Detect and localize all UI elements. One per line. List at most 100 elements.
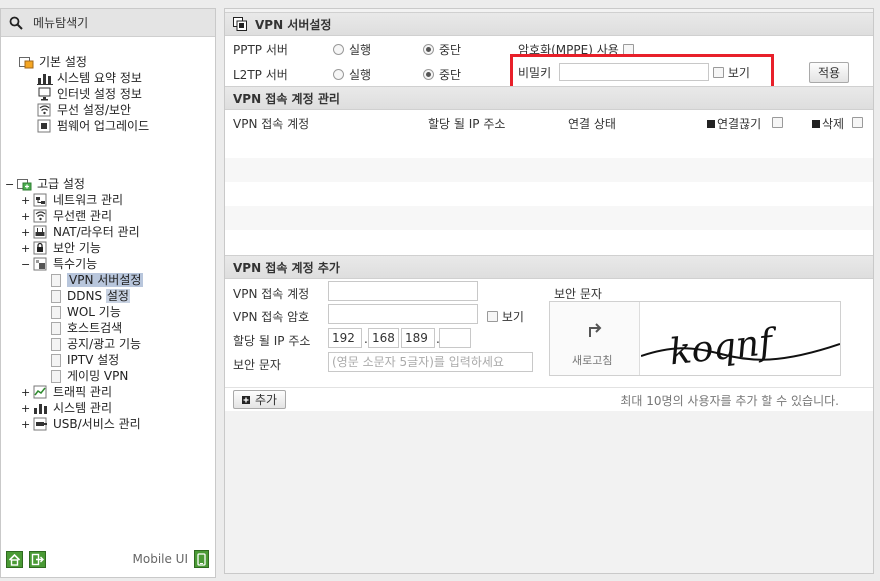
- pptp-run-radio[interactable]: 실행: [333, 41, 371, 58]
- account-table: VPN 접속 계정 할당 될 IP 주소 연결 상태 연결끊기 삭제: [225, 110, 873, 256]
- mobile-phone-icon: [194, 550, 209, 568]
- collapse-icon[interactable]: −: [5, 178, 14, 191]
- vpn-settings-title: VPN 서버설정: [255, 17, 332, 32]
- expand-icon[interactable]: +: [21, 386, 30, 399]
- tree-wlan-mgmt[interactable]: + 무선랜 관리: [21, 208, 112, 224]
- delete-all-checkbox[interactable]: [852, 117, 863, 128]
- network-icon: [33, 193, 49, 207]
- bar-chart-icon: [33, 401, 49, 415]
- plus-icon: [241, 395, 250, 404]
- logout-icon[interactable]: [29, 551, 46, 568]
- l2tp-run-radio[interactable]: 실행: [333, 66, 371, 83]
- search-icon: [9, 16, 23, 30]
- tree-system-mgmt[interactable]: + 시스템 관리: [21, 400, 112, 416]
- refresh-icon: [588, 322, 604, 341]
- captcha-image: koqnf: [640, 302, 841, 375]
- secret-show-toggle[interactable]: 보기: [713, 64, 750, 81]
- col-account: VPN 접속 계정: [233, 117, 310, 131]
- page-icon: [51, 353, 61, 367]
- bar-chart-icon: [37, 71, 53, 85]
- ip-octet-2[interactable]: 168: [368, 328, 399, 348]
- l2tp-stop-radio[interactable]: 중단: [423, 66, 461, 83]
- tree-basic-setup[interactable]: 기본 설정: [19, 54, 87, 70]
- secret-key-input[interactable]: [559, 63, 709, 81]
- table-row: [225, 206, 873, 230]
- col-disconnect[interactable]: 연결끊기: [707, 115, 761, 132]
- pptp-stop-radio[interactable]: 중단: [423, 41, 461, 58]
- vpn-settings-header: VPN 서버설정: [225, 12, 873, 36]
- folder-gear-icon: [19, 55, 35, 69]
- lock-icon: [33, 241, 49, 255]
- account-add-title: VPN 접속 계정 추가: [233, 260, 340, 275]
- secret-key-label: 비밀키: [518, 66, 552, 80]
- page-icon: [51, 321, 61, 335]
- special-feature-icon: [33, 257, 49, 271]
- account-add-footer: 추가 최대 10명의 사용자를 추가 할 수 있습니다.: [225, 387, 873, 411]
- menu-explorer-panel: 메뉴탐색기 기본 설정 시스템 요약 정보 인터넷 설정 정보 무선 설정/보안…: [0, 8, 216, 578]
- tree-usb-service[interactable]: + USB/서비스 관리: [21, 416, 141, 432]
- account-mgmt-title: VPN 접속 계정 관리: [233, 91, 340, 106]
- tree-system-summary[interactable]: 시스템 요약 정보: [37, 70, 142, 86]
- apply-button[interactable]: 적용: [809, 62, 849, 83]
- tree-wireless-security[interactable]: 무선 설정/보안: [37, 102, 131, 118]
- tree-special-features[interactable]: − 특수기능: [21, 256, 97, 272]
- page-icon: [51, 273, 61, 287]
- mobile-ui-label: Mobile UI: [132, 552, 189, 566]
- tree-traffic[interactable]: + 트래픽 관리: [21, 384, 112, 400]
- ip-octet-1[interactable]: 192: [328, 328, 362, 348]
- page-icon: [51, 289, 61, 303]
- tree-internet-info[interactable]: 인터넷 설정 정보: [37, 86, 142, 102]
- tree-advanced-setup[interactable]: − 고급 설정: [5, 176, 85, 192]
- tree-firmware-upgrade[interactable]: 펌웨어 업그레이드: [37, 118, 149, 134]
- tree-iptv[interactable]: IPTV 설정: [51, 352, 119, 368]
- disconnect-all-checkbox[interactable]: [772, 117, 783, 128]
- captcha-title: 보안 문자: [554, 287, 602, 301]
- expand-icon[interactable]: +: [21, 418, 30, 431]
- usb-icon: [33, 417, 49, 431]
- tree-notice-ads[interactable]: 공지/광고 기능: [51, 336, 141, 352]
- captcha-text: koqnf: [668, 321, 780, 373]
- col-delete[interactable]: 삭제: [812, 115, 844, 132]
- vpn-content-panel: VPN 서버설정 PPTP 서버 실행 중단 암호화(MPPE) 사용 L2TP…: [224, 8, 874, 574]
- page-icon: [51, 305, 61, 319]
- expand-icon[interactable]: +: [21, 402, 30, 415]
- vpn-settings-body: PPTP 서버 실행 중단 암호화(MPPE) 사용 L2TP 서버 실행 중단…: [225, 36, 873, 89]
- password-show-toggle[interactable]: 보기: [487, 308, 524, 325]
- folder-plus-icon: [17, 177, 33, 191]
- expand-icon[interactable]: +: [21, 194, 30, 207]
- firmware-icon: [37, 119, 53, 133]
- security-text-input[interactable]: (영문 소문자 5글자)를 입력하세요: [328, 352, 533, 372]
- collapse-icon[interactable]: −: [21, 258, 30, 271]
- max-users-note: 최대 10명의 사용자를 추가 할 수 있습니다.: [620, 394, 839, 408]
- captcha-box: 새로고침 koqnf: [549, 301, 841, 376]
- add-password-input[interactable]: [328, 304, 478, 324]
- add-account-button[interactable]: 추가: [233, 390, 286, 409]
- ip-octet-3[interactable]: 189: [401, 328, 435, 348]
- tree-vpn-server[interactable]: VPN 서버설정: [51, 272, 144, 288]
- expand-icon[interactable]: +: [21, 242, 30, 255]
- router-icon: [33, 225, 49, 239]
- expand-icon[interactable]: +: [21, 226, 30, 239]
- account-mgmt-header: VPN 접속 계정 관리: [225, 86, 873, 110]
- page-icon: [51, 337, 61, 351]
- tree-ddns[interactable]: DDNS 설정: [51, 288, 130, 304]
- expand-icon[interactable]: +: [21, 210, 30, 223]
- traffic-icon: [33, 385, 49, 399]
- home-icon[interactable]: [6, 551, 23, 568]
- page-icon: [51, 369, 61, 383]
- tree-security[interactable]: + 보안 기능: [21, 240, 101, 256]
- wifi-icon: [33, 209, 49, 223]
- ip-octet-4[interactable]: [439, 328, 471, 348]
- monitor-icon: [37, 87, 53, 101]
- tree-host-search[interactable]: 호스트검색: [51, 320, 122, 336]
- wifi-icon: [37, 103, 53, 117]
- tree-gaming-vpn[interactable]: 게이밍 VPN: [51, 368, 128, 384]
- tree-wol[interactable]: WOL 기능: [51, 304, 121, 320]
- captcha-refresh-button[interactable]: 새로고침: [550, 302, 640, 375]
- l2tp-label: L2TP 서버: [233, 68, 288, 82]
- tree-network-mgmt[interactable]: + 네트워크 관리: [21, 192, 123, 208]
- add-account-input[interactable]: [328, 281, 478, 301]
- tree-nat-router[interactable]: + NAT/라우터 관리: [21, 224, 140, 240]
- mobile-ui-link[interactable]: Mobile UI: [132, 550, 209, 568]
- add-password-label: VPN 접속 암호: [233, 310, 310, 324]
